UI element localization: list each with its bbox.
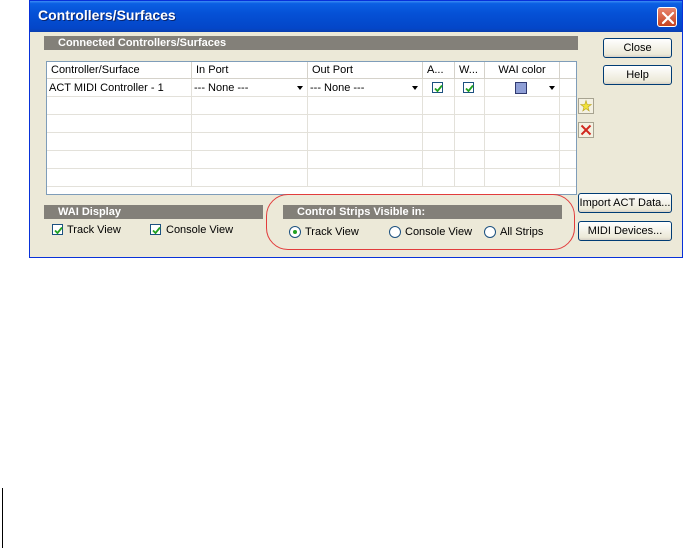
checkmark-icon [465, 84, 474, 93]
import-act-data-button[interactable]: Import ACT Data... [578, 193, 672, 213]
col-wai-color[interactable]: WAI color [485, 62, 560, 79]
col-w[interactable]: W... [455, 62, 485, 79]
checkmark-icon [54, 226, 63, 235]
checkmark-icon [434, 84, 443, 93]
table-row[interactable]: ACT MIDI Controller - 1 --- None --- ---… [47, 79, 576, 97]
a-checkbox[interactable] [432, 82, 443, 93]
col-a[interactable]: A... [423, 62, 455, 79]
col-controller[interactable]: Controller/Surface [47, 62, 192, 79]
help-button[interactable]: Help [603, 65, 672, 85]
in-port-value: --- None --- [194, 82, 249, 94]
table-row [47, 133, 576, 151]
w-cell [455, 79, 485, 97]
chevron-down-icon [412, 86, 418, 90]
controllers-list[interactable]: Controller/Surface In Port Out Port A...… [46, 61, 577, 195]
in-port-select[interactable]: --- None --- [192, 79, 308, 97]
wai-color-swatch [515, 82, 527, 94]
table-row [47, 169, 576, 187]
checkmark-icon [152, 226, 161, 235]
remove-controller-button[interactable] [578, 122, 594, 138]
wai-track-view-label: Track View [67, 224, 121, 236]
close-button[interactable]: Close [603, 38, 672, 58]
a-cell [423, 79, 455, 97]
title-bar[interactable]: Controllers/Surfaces [30, 1, 682, 32]
close-icon [661, 11, 675, 25]
chevron-down-icon [297, 86, 303, 90]
wai-display-header: WAI Display [44, 205, 263, 219]
wai-color-select[interactable] [485, 79, 560, 97]
wai-console-view-label: Console View [166, 224, 234, 236]
controllers-surfaces-dialog: Controllers/Surfaces Connected Controlle… [29, 0, 683, 258]
connected-controllers-header: Connected Controllers/Surfaces [44, 36, 578, 50]
table-row [47, 115, 576, 133]
out-port-select[interactable]: --- None --- [308, 79, 423, 97]
table-row [47, 151, 576, 169]
page-edge-line [2, 488, 3, 548]
list-header: Controller/Surface In Port Out Port A...… [47, 62, 576, 79]
w-checkbox[interactable] [463, 82, 474, 93]
chevron-down-icon [549, 86, 555, 90]
out-port-value: --- None --- [310, 82, 365, 94]
list-rows: ACT MIDI Controller - 1 --- None --- ---… [47, 79, 576, 187]
add-star-icon [578, 98, 594, 114]
controller-name: ACT MIDI Controller - 1 [47, 79, 192, 97]
highlight-ring [266, 194, 575, 250]
col-in-port[interactable]: In Port [192, 62, 308, 79]
add-controller-button[interactable] [578, 98, 594, 114]
wai-console-view-checkbox[interactable] [150, 224, 161, 235]
wai-track-view-checkbox[interactable] [52, 224, 63, 235]
window-title: Controllers/Surfaces [38, 7, 176, 23]
window-close-button[interactable] [657, 7, 677, 27]
table-row [47, 97, 576, 115]
col-out-port[interactable]: Out Port [308, 62, 423, 79]
midi-devices-button[interactable]: MIDI Devices... [578, 221, 672, 241]
delete-x-icon [578, 122, 594, 138]
